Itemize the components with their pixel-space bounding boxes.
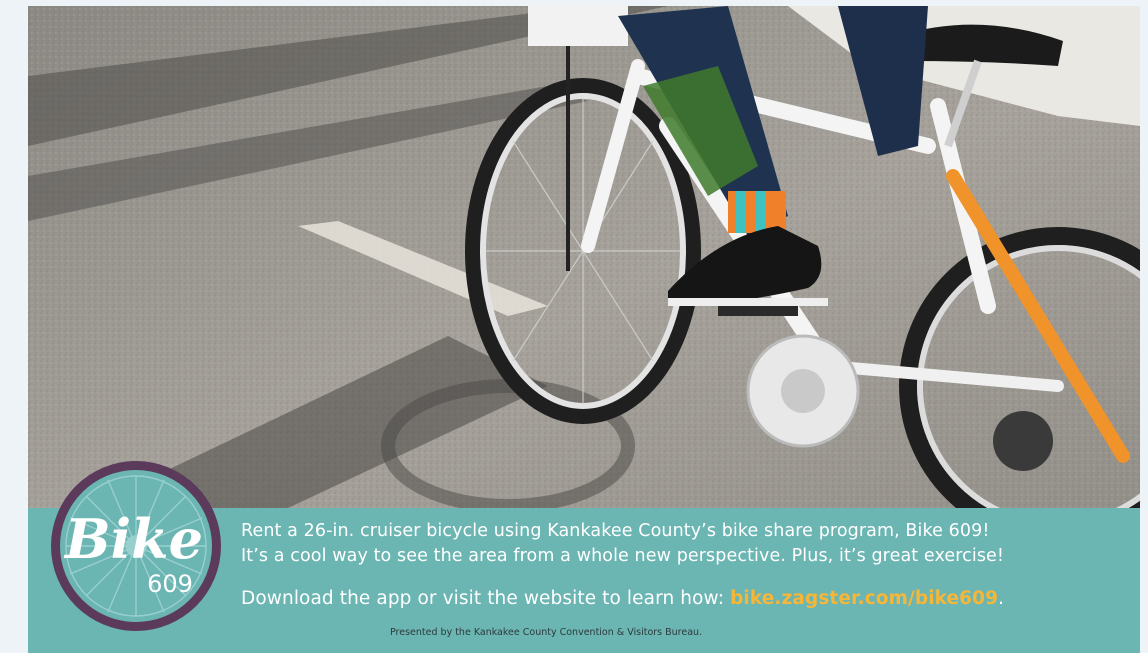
download-line: Download the app or visit the website to… (241, 588, 1004, 609)
promo-line-2: It’s a cool way to see the area from a w… (241, 546, 1005, 566)
presenter-credit: Presented by the Kankakee County Convent… (390, 627, 703, 638)
url-period: . (998, 588, 1005, 609)
logo-word: Bike (63, 507, 203, 571)
download-text: Download the app or visit the website to… (241, 588, 725, 609)
promo-line-1: Rent a 26-in. cruiser bicycle using Kank… (241, 521, 990, 541)
bike609-logo: Bike 609 (51, 461, 221, 631)
bike609-ad: Rent a 26-in. cruiser bicycle using Kank… (28, 6, 1140, 653)
website-link[interactable]: bike.zagster.com/bike609 (730, 588, 998, 609)
bicycle-photo (28, 6, 1140, 508)
logo-number: 609 (147, 570, 193, 598)
